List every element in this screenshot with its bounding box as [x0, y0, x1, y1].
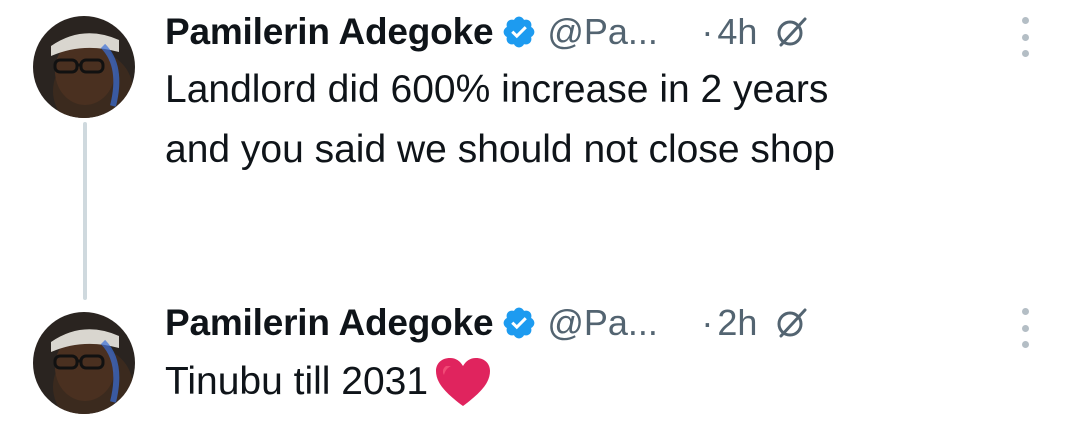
tweet-text-line: and you said we should not close shop — [165, 128, 835, 171]
more-options-icon[interactable] — [1018, 17, 1032, 57]
verified-badge-icon[interactable] — [501, 305, 537, 341]
separator-dot: · — [701, 302, 714, 343]
tweet-header: Pamilerin Adegoke @Pa... · 4h — [165, 2, 809, 62]
grok-icon[interactable] — [775, 15, 809, 49]
tweet[interactable]: Pamilerin Adegoke @Pa... · 2h Tinubu til… — [0, 290, 1080, 433]
tweet-text: Landlord did 600% increase in 2 years an… — [165, 60, 1045, 180]
author-handle[interactable]: @Pa... — [547, 11, 697, 53]
timestamp[interactable]: 2h — [717, 302, 757, 344]
avatar-image — [33, 312, 135, 414]
author-handle[interactable]: @Pa... — [547, 302, 697, 344]
separator-dot: · — [701, 11, 714, 52]
avatar-image — [33, 16, 135, 118]
more-options-icon[interactable] — [1018, 308, 1032, 348]
grok-icon[interactable] — [775, 306, 809, 340]
red-heart-icon — [434, 356, 492, 408]
tweet-text: Tinubu till 2031 — [165, 352, 1045, 412]
author-name[interactable]: Pamilerin Adegoke — [165, 11, 494, 53]
tweet-text-line: Tinubu till 2031 — [165, 360, 429, 403]
timestamp[interactable]: 4h — [717, 11, 757, 53]
author-name[interactable]: Pamilerin Adegoke — [165, 302, 494, 344]
avatar[interactable] — [33, 16, 135, 118]
tweet-header: Pamilerin Adegoke @Pa... · 2h — [165, 293, 809, 353]
tweet-text-line: Landlord did 600% increase in 2 years — [165, 68, 829, 111]
tweet[interactable]: Pamilerin Adegoke @Pa... · 4h Landlord d… — [0, 0, 1080, 300]
avatar[interactable] — [33, 312, 135, 414]
verified-badge-icon[interactable] — [501, 14, 537, 50]
